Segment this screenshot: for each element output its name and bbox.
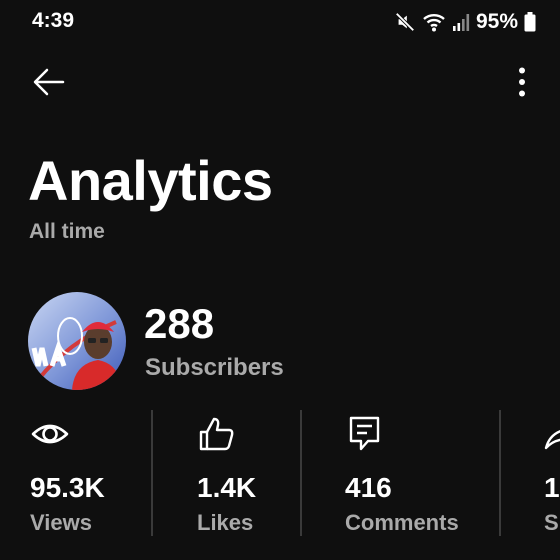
battery-icon (524, 12, 536, 32)
status-icons: 95% (394, 8, 536, 36)
arrow-left-icon (32, 67, 66, 102)
likes-value: 1.4K (197, 472, 257, 503)
shares-label: Sh (544, 510, 560, 535)
views-label: Views (30, 510, 92, 535)
signal-icon (452, 12, 470, 32)
status-bar: 4:39 95% (0, 0, 560, 44)
wifi-icon (422, 11, 446, 33)
stat-views[interactable]: 95.3K Views (30, 410, 140, 540)
mute-icon (394, 11, 416, 33)
shares-value: 1 (544, 472, 560, 503)
likes-label: Likes (197, 510, 254, 535)
battery-percent: 95% (475, 10, 518, 33)
comment-icon (345, 414, 385, 454)
avatar[interactable] (28, 292, 126, 390)
comments-value: 416 (345, 472, 392, 503)
divider (151, 410, 153, 536)
views-value: 95.3K (30, 472, 105, 503)
share-icon (544, 414, 560, 454)
thumbs-up-icon (197, 414, 237, 454)
more-vertical-icon (518, 67, 526, 102)
subscriber-label: Subscribers (145, 354, 284, 381)
comments-label: Comments (345, 510, 459, 535)
page-title: Analytics (28, 149, 273, 212)
status-time: 4:39 (32, 9, 75, 32)
divider (300, 410, 302, 536)
stat-shares[interactable]: 1 Sh (544, 410, 560, 540)
back-button[interactable] (22, 62, 76, 106)
divider (499, 410, 501, 536)
eye-icon (30, 414, 70, 454)
stat-comments[interactable]: 416 Comments (345, 410, 485, 540)
subscriber-count: 288 (144, 300, 215, 347)
stat-likes[interactable]: 1.4K Likes (197, 410, 291, 540)
more-options-button[interactable] (500, 62, 544, 106)
date-range-label: All time (29, 220, 105, 243)
